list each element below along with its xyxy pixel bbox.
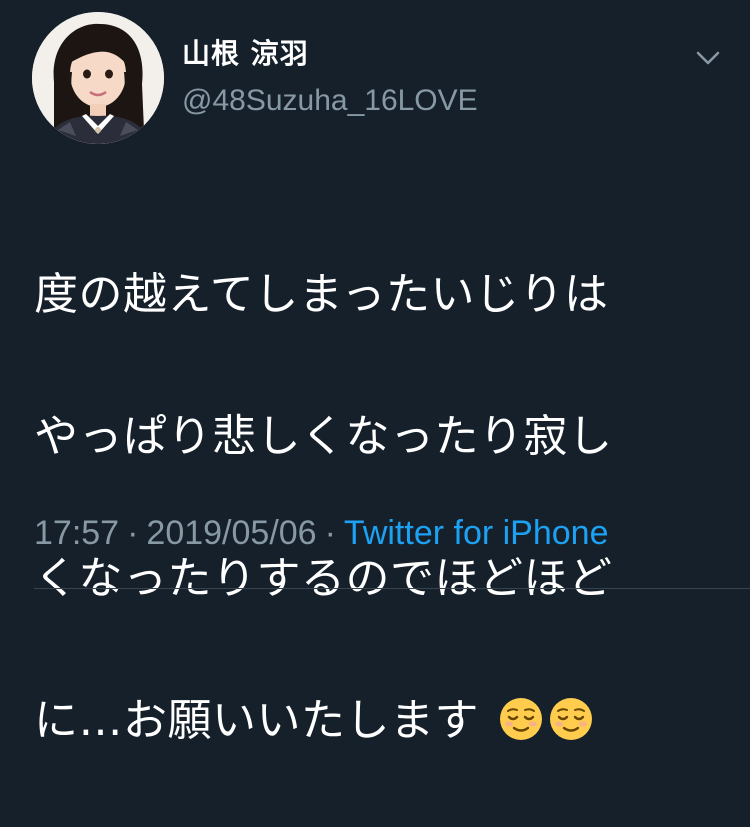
separator-dot: · bbox=[324, 514, 336, 552]
tweet-text: 度の越えてしまったいじりは やっぱり悲しくなったり寂し くなったりするのでほどほ… bbox=[34, 188, 724, 827]
author-avatar[interactable] bbox=[32, 12, 164, 144]
profile-photo-icon bbox=[32, 12, 164, 144]
relieved-face-icon bbox=[499, 698, 542, 740]
relieved-face-icon bbox=[549, 698, 592, 740]
tweet-text-line: くなったりするのでほどほど bbox=[34, 553, 613, 604]
author-display-name[interactable]: 山根 涼羽 bbox=[182, 32, 309, 72]
tweet-text-line: に…お願いいたします bbox=[34, 695, 479, 746]
tweet-time[interactable]: 17:57 bbox=[34, 514, 119, 552]
tweet-card: 山根 涼羽 @48Suzuha_16LOVE 度の越えてしまったいじりは やっぱ… bbox=[0, 0, 750, 746]
tweet-text-line-last: に…お願いいたします bbox=[34, 685, 724, 756]
separator-dot: · bbox=[127, 514, 139, 552]
tweet-date[interactable]: 2019/05/06 bbox=[146, 514, 316, 552]
chevron-down-icon[interactable] bbox=[692, 44, 724, 72]
author-handle[interactable]: @48Suzuha_16LOVE bbox=[182, 84, 478, 118]
tweet-text-line: やっぱり悲しくなったり寂し bbox=[34, 411, 613, 462]
tweet-metadata: 17:57 · 2019/05/06 · Twitter for iPhone bbox=[34, 514, 608, 553]
tweet-source-link[interactable]: Twitter for iPhone bbox=[344, 514, 609, 552]
tweet-text-line: 度の越えてしまったいじりは bbox=[34, 269, 609, 320]
